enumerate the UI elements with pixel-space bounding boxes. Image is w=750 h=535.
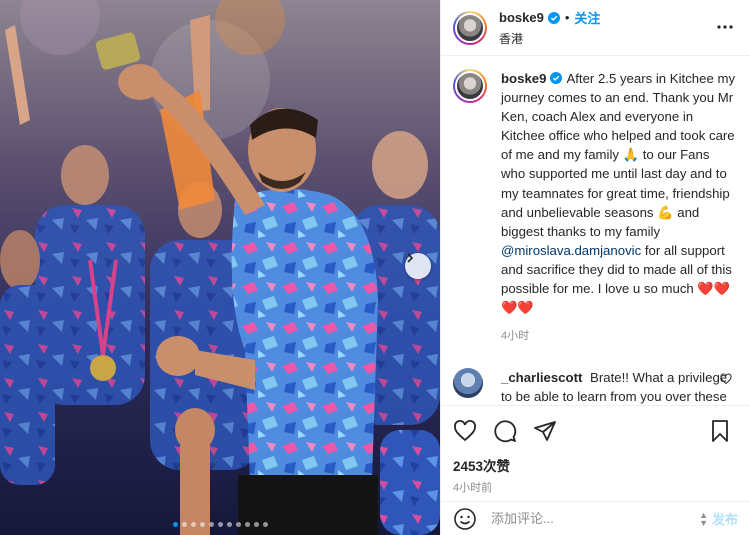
author-avatar[interactable] [453,10,487,45]
header-separator: • [564,10,570,25]
carousel-dot [190,522,196,527]
expand-toggle-icon: ▲ ▼ [699,509,708,528]
caption-timestamp: 4小时 [501,330,530,343]
carousel-next-button[interactable] [405,253,431,279]
emoji-icon[interactable] [453,507,477,531]
photo-illustration [0,0,440,535]
commenter-username[interactable]: _charliescott [501,370,582,385]
bookmark-icon[interactable] [708,419,732,443]
caption-text: After 2.5 years in Kitchee my journey co… [501,71,736,239]
post-comment-label: 发布 [711,512,738,527]
carousel-dot [235,522,241,527]
caption-author-avatar[interactable] [453,69,487,103]
post-caption: boske9 After 2.5 years in Kitchee my jour… [453,69,738,346]
verified-badge-icon [547,11,560,24]
carousel-indicator [0,522,440,527]
add-comment-bar: ▲▼ 发布 [441,501,750,535]
carousel-dot [199,522,205,527]
caption-username[interactable]: boske9 [501,71,546,86]
follow-button[interactable]: 关注 [574,8,600,27]
post-photo[interactable] [0,0,440,535]
commenter-avatar[interactable] [453,368,483,399]
carousel-dot [262,522,268,527]
more-options-icon[interactable] [716,18,734,36]
post-header: boske9 • 关注 香港 [441,0,750,56]
post-comment-button[interactable]: ▲ ▼ 发布 [699,509,738,528]
post-location[interactable]: 香港 [499,30,600,47]
carousel-dot [172,522,178,527]
carousel-dot [226,522,232,527]
post-side-panel: boske9 • 关注 香港 boske9 After 2.5 years in … [440,0,750,535]
carousel-dot [181,522,187,527]
carousel-dot [208,522,214,527]
comment-icon[interactable] [493,419,517,443]
post-actions: 2453次赞 4小时前 [441,405,750,495]
carousel-dot [217,522,223,527]
comments-section[interactable]: boske9 After 2.5 years in Kitchee my jour… [441,57,750,405]
post-timestamp: 4小时前 [453,482,493,494]
comment-heart-icon[interactable] [720,372,732,385]
chevron-right-icon [407,253,414,263]
caption-mention-link[interactable]: @miroslava.damjanovic [501,243,641,258]
comment-input[interactable] [491,511,700,526]
comment-item: _charliescott Brate!! What a privilege t… [453,368,738,405]
carousel-dot [253,522,259,527]
share-icon[interactable] [533,419,557,443]
author-username[interactable]: boske9 [499,10,544,25]
verified-badge-icon [550,72,563,84]
likes-count[interactable]: 2453次赞 [453,455,738,475]
heart-icon[interactable] [453,419,477,443]
carousel-dot [244,522,250,527]
